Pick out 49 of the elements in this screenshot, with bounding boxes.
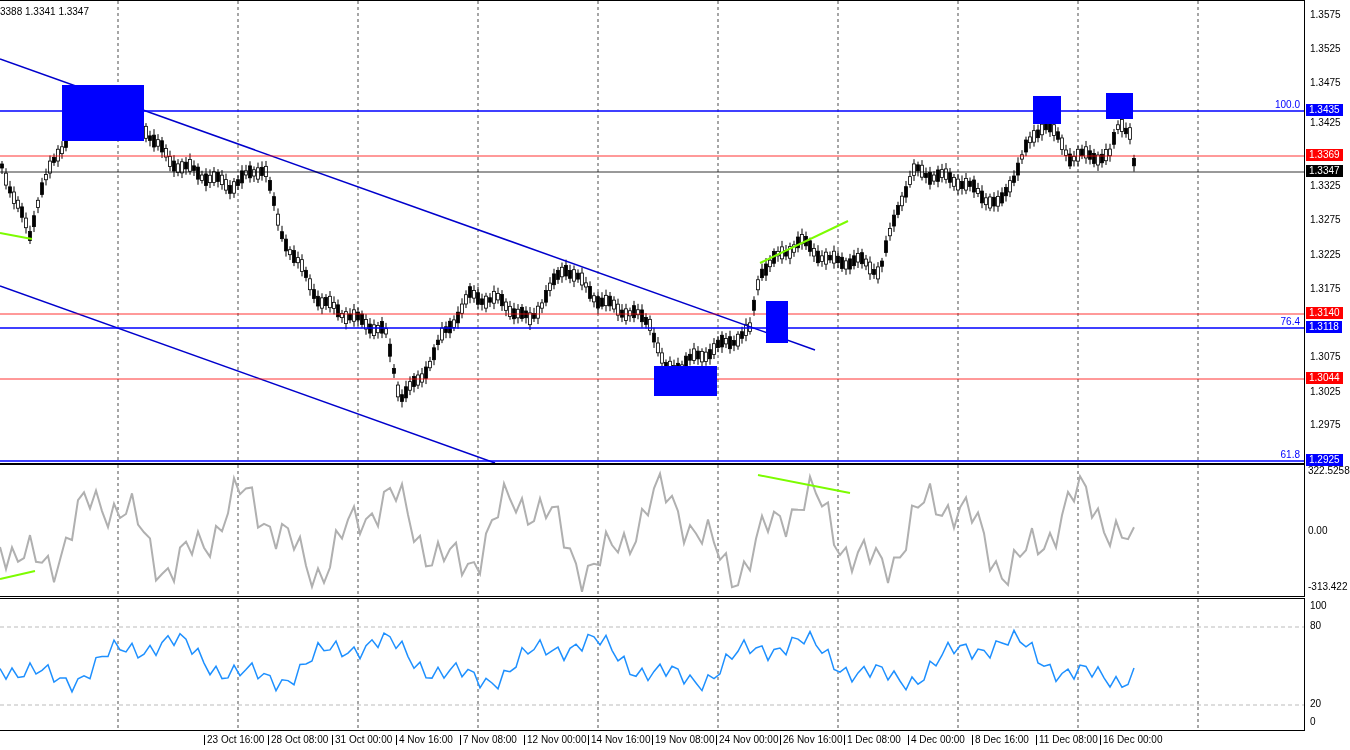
fibonacci-label: 100.0	[1274, 100, 1300, 110]
price-tick-label: 1.3275	[1310, 215, 1341, 225]
price-level-label: 1.3369	[1306, 149, 1343, 161]
time-tick-label: 26 Nov 16:00	[780, 735, 843, 745]
marker-block	[766, 301, 788, 343]
cci-tick-label: -313.422	[1308, 582, 1348, 592]
cci-tick-label: 0.00	[1308, 526, 1328, 536]
time-tick-label: 4 Nov 16:00	[396, 735, 453, 745]
fibonacci-label: 76.4	[1280, 317, 1300, 327]
marker-block	[1033, 96, 1061, 124]
rsi-tick-label: 100	[1310, 601, 1327, 611]
rsi-tick-label: 20	[1310, 699, 1322, 709]
price-tick-label: 1.2975	[1310, 420, 1341, 430]
time-tick-label: 8 Dec 16:00	[972, 735, 1029, 745]
price-level-label: 1.3044	[1306, 372, 1343, 384]
rsi-tick-label: 80	[1310, 621, 1322, 631]
time-tick-label: 19 Nov 08:00	[652, 735, 715, 745]
price-level-label: 1.3435	[1306, 104, 1343, 116]
fibonacci-label: 61.8	[1280, 450, 1300, 460]
cci-tick-label: 322.5258	[1308, 466, 1350, 476]
price-tick-label: 1.3425	[1310, 118, 1341, 128]
time-tick-label: 12 Nov 00:00	[524, 735, 587, 745]
price-tick-label: 1.3475	[1310, 78, 1341, 88]
time-tick-label: 23 Oct 16:00	[204, 735, 265, 745]
divergence-line	[0, 570, 36, 580]
time-tick-label: 7 Nov 08:00	[460, 735, 517, 745]
time-tick-label: 11 Dec 08:00	[1036, 735, 1098, 745]
time-tick-label: 14 Nov 16:00	[588, 735, 651, 745]
rsi-tick-label: 0	[1310, 717, 1316, 727]
price-tick-label: 1.3225	[1310, 250, 1341, 260]
divergence-line	[0, 232, 33, 240]
marker-block	[654, 366, 717, 396]
price-tick-label: 1.3325	[1310, 181, 1341, 191]
time-tick-label: 24 Nov 00:00	[716, 735, 779, 745]
price-tick-label: 1.3175	[1310, 284, 1341, 294]
time-tick-label: 4 Dec 00:00	[908, 735, 965, 745]
price-tick-label: 1.3075	[1310, 352, 1341, 362]
time-tick-label: 1 Dec 08:00	[844, 735, 901, 745]
price-tick-label: 1.3525	[1310, 44, 1341, 54]
price-level-label: 1.3118	[1306, 321, 1342, 333]
price-tick-label: 1.3575	[1310, 10, 1341, 20]
time-tick-label: 31 Oct 00:00	[332, 735, 393, 745]
price-level-label: 1.3347	[1306, 165, 1343, 177]
price-level-label: 1.3140	[1306, 307, 1343, 319]
time-tick-label: 16 Dec 00:00	[1100, 735, 1163, 745]
marker-block	[1106, 93, 1133, 119]
price-tick-label: 1.3025	[1310, 387, 1341, 397]
time-tick-label: 28 Oct 08:00	[268, 735, 329, 745]
price-level-label: 1.2925	[1306, 454, 1343, 466]
